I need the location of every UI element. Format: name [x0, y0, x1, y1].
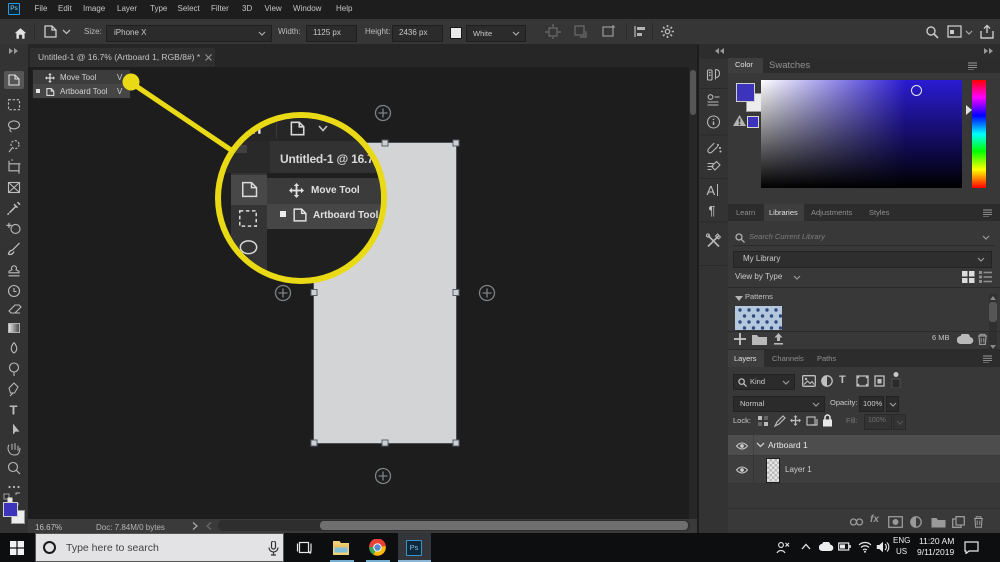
svg-text:¶: ¶: [709, 203, 716, 218]
svg-text:A: A: [707, 183, 716, 198]
svg-text:T: T: [10, 403, 18, 418]
